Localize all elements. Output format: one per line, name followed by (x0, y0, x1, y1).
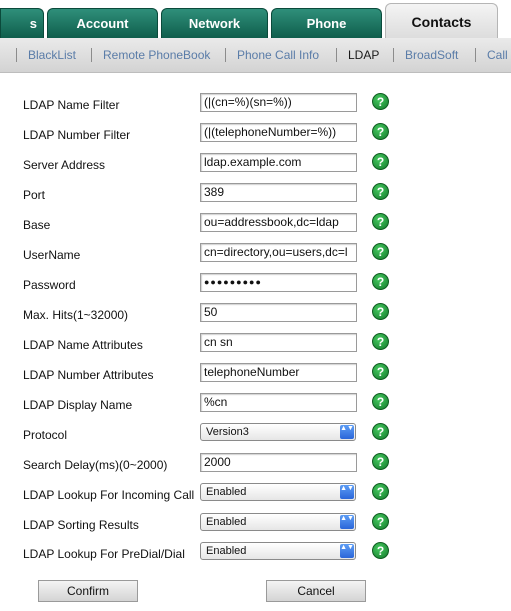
subnav-blacklist[interactable]: BlackList (28, 48, 76, 62)
port-row: Port 389 ? (0, 181, 511, 211)
field-label: Protocol (23, 428, 68, 442)
subnav-separator (225, 48, 226, 62)
help-icon[interactable]: ? (372, 303, 389, 320)
select-arrow-icon: ▲▼ (340, 515, 354, 529)
protocol-row: Protocol Version3 ▲▼ ? (0, 421, 511, 451)
help-icon[interactable]: ? (372, 183, 389, 200)
subnav-separator (393, 48, 394, 62)
help-icon[interactable]: ? (372, 333, 389, 350)
help-icon[interactable]: ? (372, 213, 389, 230)
help-icon[interactable]: ? (372, 513, 389, 530)
base-row: Base ou=addressbook,dc=ldap ? (0, 211, 511, 241)
select-value: Enabled (206, 516, 247, 528)
lookup-predial-row: LDAP Lookup For PreDial/Dial Enabled ▲▼ … (0, 540, 511, 570)
sorting-results-row: LDAP Sorting Results Enabled ▲▼ ? (0, 511, 511, 541)
max-hits-row: Max. Hits(1~32000) 50 ? (0, 301, 511, 331)
ldap-number-filter-row: LDAP Number Filter (|(telephoneNumber=%)… (0, 121, 511, 151)
ldap-display-name-input[interactable]: %cn (200, 393, 357, 412)
field-label: LDAP Sorting Results (23, 518, 139, 532)
subnav-separator (336, 48, 337, 62)
username-input[interactable]: cn=directory,ou=users,dc=l (200, 243, 357, 262)
field-label: Search Delay(ms)(0~2000) (23, 458, 168, 472)
tab-account[interactable]: Account (47, 8, 158, 38)
protocol-select[interactable]: Version3 ▲▼ (200, 423, 356, 441)
subnav-ldap[interactable]: LDAP (348, 48, 379, 62)
password-row: Password ●●●●●●●●● ? (0, 271, 511, 301)
confirm-button[interactable]: Confirm (38, 580, 138, 602)
search-delay-row: Search Delay(ms)(0~2000) 2000 ? (0, 451, 511, 481)
port-input[interactable]: 389 (200, 183, 357, 202)
subnav-separator (475, 48, 476, 62)
tab-phone[interactable]: Phone (271, 8, 382, 38)
ldap-number-filter-input[interactable]: (|(telephoneNumber=%)) (200, 123, 357, 142)
field-label: LDAP Lookup For Incoming Call (23, 488, 195, 502)
help-icon[interactable]: ? (372, 393, 389, 410)
help-icon[interactable]: ? (372, 542, 389, 559)
username-row: UserName cn=directory,ou=users,dc=l ? (0, 241, 511, 271)
help-icon[interactable]: ? (372, 483, 389, 500)
select-arrow-icon: ▲▼ (340, 544, 354, 558)
main-tab-bar: s Account Network Phone Contacts (0, 0, 511, 39)
select-value: Enabled (206, 486, 247, 498)
tab-contacts[interactable]: Contacts (385, 3, 498, 39)
field-label: Password (23, 278, 76, 292)
field-label: LDAP Number Attributes (23, 368, 154, 382)
password-input[interactable]: ●●●●●●●●● (200, 273, 357, 292)
cancel-button[interactable]: Cancel (266, 580, 366, 602)
select-value: Enabled (206, 545, 247, 557)
subnav-separator (91, 48, 92, 62)
sub-navigation: BlackList Remote PhoneBook Phone Call In… (0, 38, 511, 73)
server-address-row: Server Address ldap.example.com ? (0, 151, 511, 181)
lookup-predial-select[interactable]: Enabled ▲▼ (200, 542, 356, 560)
help-icon[interactable]: ? (372, 93, 389, 110)
field-label: LDAP Name Attributes (23, 338, 143, 352)
field-label: UserName (23, 248, 81, 262)
help-icon[interactable]: ? (372, 423, 389, 440)
field-label: LDAP Lookup For PreDial/Dial (23, 547, 185, 561)
select-value: Version3 (206, 426, 249, 438)
help-icon[interactable]: ? (372, 123, 389, 140)
base-input[interactable]: ou=addressbook,dc=ldap (200, 213, 357, 232)
field-label: Max. Hits(1~32000) (23, 308, 129, 322)
subnav-phone-call-info[interactable]: Phone Call Info (237, 48, 319, 62)
help-icon[interactable]: ? (372, 153, 389, 170)
tab-previous[interactable]: s (0, 8, 44, 38)
search-delay-input[interactable]: 2000 (200, 453, 357, 472)
ldap-name-attributes-row: LDAP Name Attributes cn sn ? (0, 331, 511, 361)
subnav-remote-phonebook[interactable]: Remote PhoneBook (103, 48, 210, 62)
server-address-input[interactable]: ldap.example.com (200, 153, 357, 172)
ldap-name-filter-input[interactable]: (|(cn=%)(sn=%)) (200, 93, 357, 112)
ldap-number-attributes-input[interactable]: telephoneNumber (200, 363, 357, 382)
tab-network[interactable]: Network (161, 8, 268, 38)
field-label: LDAP Display Name (23, 398, 133, 412)
sorting-results-select[interactable]: Enabled ▲▼ (200, 513, 356, 531)
ldap-display-name-row: LDAP Display Name %cn ? (0, 391, 511, 421)
subnav-broadsoft[interactable]: BroadSoft (405, 48, 458, 62)
ldap-number-attributes-row: LDAP Number Attributes telephoneNumber ? (0, 361, 511, 391)
field-label: Server Address (23, 158, 106, 172)
ldap-name-filter-row: LDAP Name Filter (|(cn=%)(sn=%)) ? (0, 91, 511, 121)
field-label: LDAP Name Filter (23, 98, 120, 112)
lookup-incoming-call-row: LDAP Lookup For Incoming Call Enabled ▲▼… (0, 481, 511, 511)
select-arrow-icon: ▲▼ (340, 425, 354, 439)
field-label: LDAP Number Filter (23, 128, 131, 142)
subnav-separator (16, 48, 17, 62)
help-icon[interactable]: ? (372, 273, 389, 290)
subnav-call[interactable]: Call (487, 48, 508, 62)
help-icon[interactable]: ? (372, 453, 389, 470)
max-hits-input[interactable]: 50 (200, 303, 357, 322)
help-icon[interactable]: ? (372, 363, 389, 380)
ldap-name-attributes-input[interactable]: cn sn (200, 333, 357, 352)
field-label: Port (23, 188, 46, 202)
lookup-incoming-call-select[interactable]: Enabled ▲▼ (200, 483, 356, 501)
help-icon[interactable]: ? (372, 243, 389, 260)
select-arrow-icon: ▲▼ (340, 485, 354, 499)
field-label: Base (23, 218, 51, 232)
